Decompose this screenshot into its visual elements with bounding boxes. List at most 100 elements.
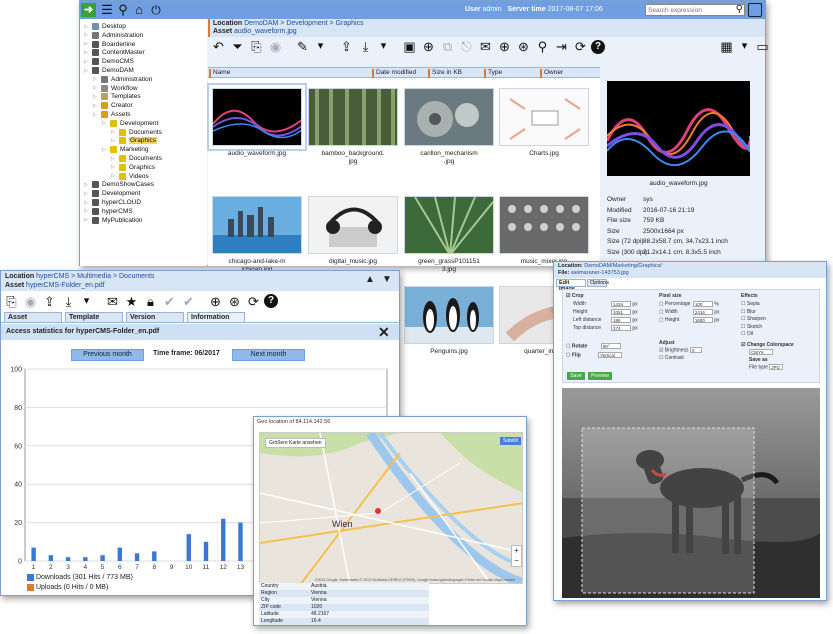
nav-forward-icon[interactable]: ➜ bbox=[81, 3, 96, 17]
scroll-up-icon[interactable]: ▲ bbox=[365, 274, 375, 285]
tree-item[interactable]: ▷ Development bbox=[84, 189, 140, 198]
file-type-select[interactable]: JPG bbox=[769, 364, 784, 370]
layout-icon[interactable]: ▭ bbox=[754, 38, 771, 55]
close-icon[interactable]: ✕ bbox=[378, 324, 390, 341]
expand-arrow-icon[interactable]: ▷ bbox=[93, 76, 98, 82]
tree-item[interactable]: ▷ Graphics bbox=[111, 136, 158, 145]
tab-edit-image[interactable]: Edit image bbox=[556, 279, 586, 292]
preview-icon[interactable]: ⎘ bbox=[248, 38, 265, 55]
pixel-field-input[interactable]: 2416 bbox=[692, 309, 713, 315]
globe-grid-icon[interactable]: ⊛ bbox=[515, 38, 532, 55]
rotate-select[interactable]: 90° bbox=[600, 343, 621, 349]
search-icon[interactable]: ⚲ bbox=[115, 1, 131, 19]
effect-checkbox[interactable]: ☐ bbox=[741, 301, 745, 307]
download-icon[interactable]: ⤓ bbox=[357, 38, 374, 55]
menu-icon[interactable]: ☰ bbox=[99, 1, 115, 19]
expand-arrow-icon[interactable]: ▷ bbox=[84, 182, 89, 188]
star-icon[interactable]: ★ bbox=[123, 293, 140, 310]
expand-arrow-icon[interactable]: ▷ bbox=[84, 41, 89, 47]
crop-field-input[interactable]: 1051 bbox=[611, 309, 631, 315]
thumbnail[interactable] bbox=[499, 196, 589, 254]
contrast-checkbox[interactable]: ☐ bbox=[659, 355, 663, 361]
effect-checkbox[interactable]: ☐ bbox=[741, 316, 745, 322]
thumbnail[interactable] bbox=[404, 88, 494, 146]
tree-item[interactable]: ▷ DemoDAM bbox=[84, 66, 134, 75]
stats-location-path[interactable]: hyperCMS > Multimedia > Documents bbox=[36, 273, 154, 280]
download-icon[interactable]: ⤓ bbox=[60, 293, 77, 310]
colorspace-select[interactable]: CMYK bbox=[749, 349, 773, 355]
tree-item[interactable]: ▷ Workflow bbox=[93, 84, 138, 93]
expand-arrow-icon[interactable]: ▷ bbox=[93, 85, 98, 91]
tree-item[interactable]: ▷ Videos bbox=[111, 172, 149, 181]
effect-checkbox[interactable]: ☐ bbox=[741, 309, 745, 315]
expand-arrow-icon[interactable]: ▷ bbox=[84, 200, 89, 206]
expand-arrow-icon[interactable]: ▷ bbox=[102, 120, 107, 126]
expand-arrow-icon[interactable]: ▷ bbox=[84, 59, 89, 65]
search-go-icon[interactable]: ⚲ bbox=[736, 4, 743, 15]
chevron-down-icon[interactable]: ▾ bbox=[79, 294, 94, 309]
search-input[interactable] bbox=[646, 5, 732, 15]
satellite-button[interactable]: Satellit bbox=[500, 437, 522, 445]
expand-arrow-icon[interactable]: ▷ bbox=[111, 173, 116, 179]
tree-item[interactable]: ▷ Administration bbox=[84, 31, 143, 40]
tree-item[interactable]: ▷ Graphics bbox=[111, 163, 155, 172]
globe-icon[interactable]: ⊕ bbox=[496, 38, 513, 55]
expand-arrow-icon[interactable]: ▷ bbox=[111, 164, 116, 170]
map[interactable]: Größere Karte ansehen Satellit Wien + − ©… bbox=[259, 432, 523, 584]
expand-arrow-icon[interactable]: ▷ bbox=[84, 50, 89, 56]
expand-arrow-icon[interactable]: ▷ bbox=[84, 24, 89, 30]
upload-icon[interactable]: ⇪ bbox=[338, 38, 355, 55]
scroll-down-icon[interactable]: ▼ bbox=[382, 274, 392, 285]
larger-map-button[interactable]: Größere Karte ansehen bbox=[265, 438, 326, 448]
editor-canvas[interactable] bbox=[562, 388, 820, 598]
eye-icon[interactable]: ◉ bbox=[267, 38, 284, 55]
link-icon[interactable]: ⧉ bbox=[439, 38, 456, 55]
thumbnail[interactable] bbox=[404, 286, 494, 344]
thumbnail[interactable] bbox=[212, 196, 302, 254]
tree-item[interactable]: ▷ hyperCMS bbox=[84, 207, 133, 216]
expand-arrow-icon[interactable]: ▷ bbox=[111, 138, 116, 144]
tree-item[interactable]: ▷ MyPublication bbox=[84, 216, 142, 225]
expand-arrow-icon[interactable]: ▷ bbox=[93, 103, 98, 109]
tree-item[interactable]: ▷ Administration bbox=[93, 75, 152, 84]
tab-version[interactable]: Version bbox=[126, 312, 184, 322]
pixel-field-input[interactable]: 100 bbox=[692, 301, 713, 307]
globe-grid-icon[interactable]: ⊛ bbox=[226, 293, 243, 310]
mail-icon[interactable]: ✉ bbox=[477, 38, 494, 55]
tree-item[interactable]: ▷ Documents bbox=[111, 128, 162, 137]
upload-icon[interactable]: ⇪ bbox=[41, 293, 58, 310]
power-icon[interactable]: ⏻ bbox=[148, 1, 164, 19]
chevron-down-icon[interactable]: ▾ bbox=[313, 39, 328, 54]
eye-icon[interactable]: ◉ bbox=[22, 293, 39, 310]
thumbnail[interactable] bbox=[207, 83, 307, 151]
chevron-down-icon[interactable]: ▾ bbox=[737, 39, 752, 54]
map-canvas[interactable] bbox=[260, 433, 523, 584]
tab-information[interactable]: Information bbox=[187, 312, 245, 322]
tree-item[interactable]: ▷ Boarderline bbox=[84, 40, 135, 49]
pixel-field-checkbox[interactable]: ☐ bbox=[659, 301, 663, 307]
crop-checkbox[interactable]: ☑ bbox=[566, 293, 570, 299]
flip-select[interactable]: Vertical bbox=[598, 352, 623, 358]
zoom-controls[interactable]: + − bbox=[511, 545, 522, 567]
expand-arrow-icon[interactable]: ▷ bbox=[93, 112, 98, 118]
share-icon[interactable]: ⎋ bbox=[458, 38, 475, 55]
rotate-checkbox[interactable]: ☐ bbox=[566, 343, 570, 349]
tree-item[interactable]: ▷ Marketing bbox=[102, 145, 149, 154]
globe-icon[interactable]: ⊕ bbox=[207, 293, 224, 310]
zoom-icon[interactable]: ⚲ bbox=[534, 38, 551, 55]
pixel-field-input[interactable]: 1600 bbox=[692, 317, 713, 323]
edit-pen-icon[interactable]: ✎ bbox=[294, 38, 311, 55]
effect-checkbox[interactable]: ☐ bbox=[741, 331, 745, 337]
col-date[interactable]: Date modified bbox=[372, 69, 416, 78]
refresh-icon[interactable]: ⟳ bbox=[572, 38, 589, 55]
col-owner[interactable]: Owner bbox=[540, 69, 563, 78]
home-icon[interactable]: ⌂ bbox=[131, 1, 147, 19]
help-icon[interactable]: ? bbox=[264, 294, 278, 308]
expand-arrow-icon[interactable]: ▷ bbox=[102, 147, 107, 153]
filter-icon[interactable]: ⏷ bbox=[229, 38, 246, 55]
col-name[interactable]: Name bbox=[209, 69, 230, 78]
brightness-input[interactable]: 0 bbox=[689, 347, 702, 353]
help-icon[interactable]: ? bbox=[591, 39, 605, 54]
pixel-field-checkbox[interactable]: ☐ bbox=[659, 309, 663, 315]
tree-item[interactable]: ▷ Assets bbox=[93, 110, 131, 119]
